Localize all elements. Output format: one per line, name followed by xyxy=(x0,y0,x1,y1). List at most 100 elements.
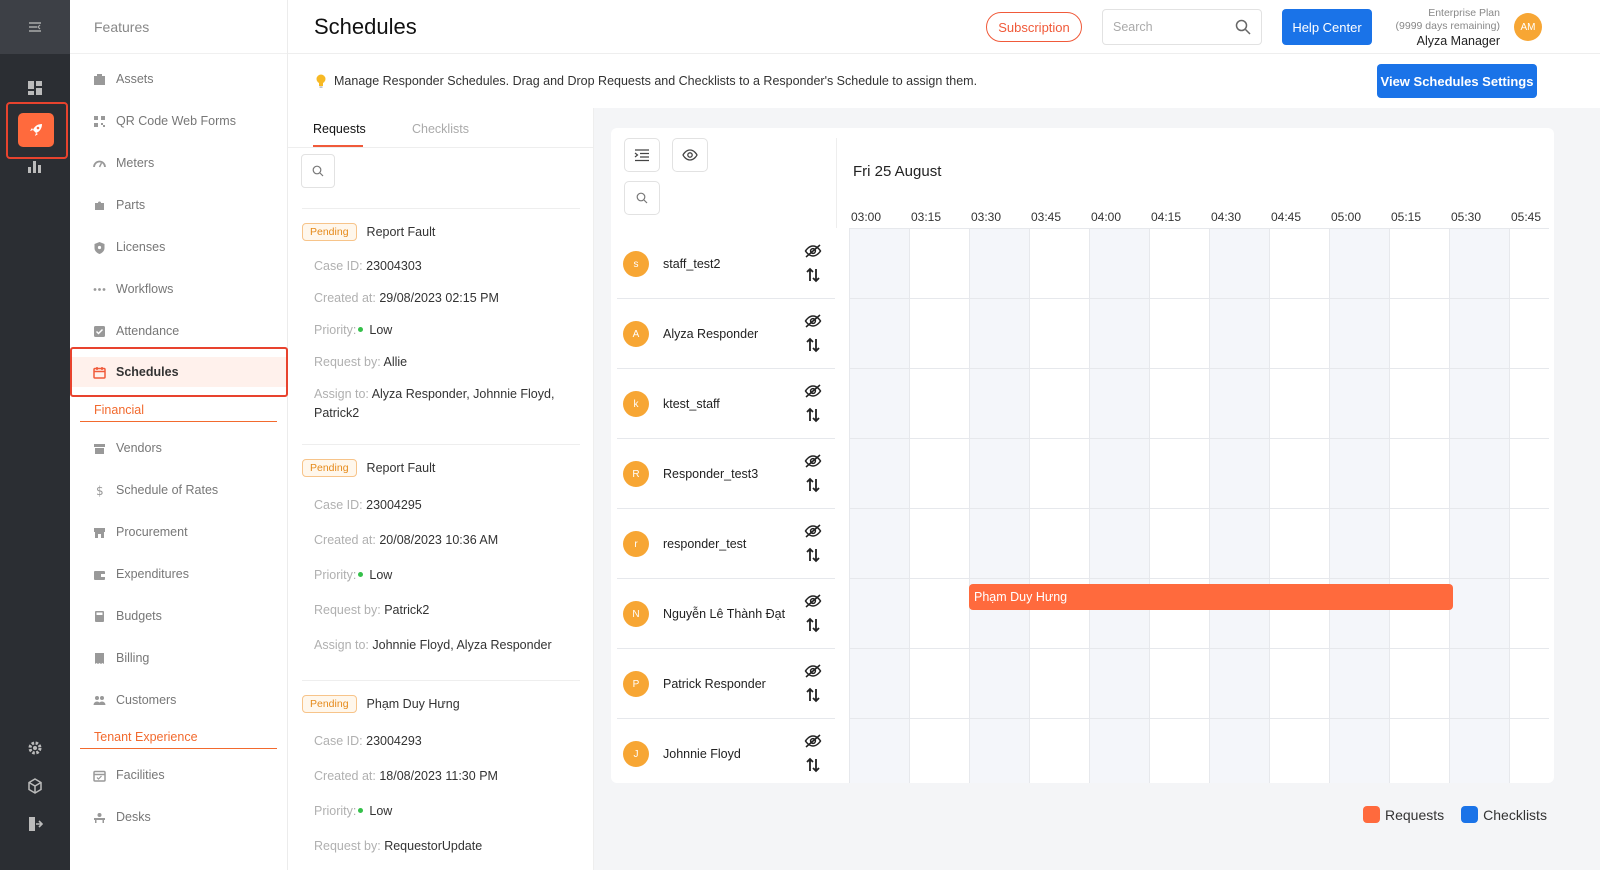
request-name: Phạm Duy Hưng xyxy=(366,697,460,711)
qr-icon xyxy=(92,114,106,128)
sidebar-item-facilities[interactable]: Facilities xyxy=(70,760,288,790)
priority-label: Priority: xyxy=(314,323,357,337)
settings-button[interactable] xyxy=(0,730,70,766)
eye-off-icon[interactable] xyxy=(804,593,822,609)
priority-row: Priority: Low xyxy=(314,566,572,585)
sidebar-item-budgets[interactable]: Budgets xyxy=(70,601,288,631)
calculator-icon xyxy=(92,609,106,623)
case-id-label: Case ID: xyxy=(314,498,363,512)
responder-row: k ktest_staff xyxy=(617,369,835,439)
request-card[interactable]: Pending Report Fault Case ID: 23004303 C… xyxy=(302,208,580,420)
case-id-label: Case ID: xyxy=(314,259,363,273)
case-id-value: 23004303 xyxy=(366,259,422,273)
case-id-row: Case ID: 23004293 xyxy=(314,732,572,751)
swap-vertical-icon[interactable] xyxy=(805,757,821,773)
timeline-grid[interactable]: 03:00 03:15 03:30 03:45 04:00 04:15 04:3… xyxy=(849,208,1549,783)
dashboard-icon xyxy=(28,81,42,95)
toggle-visibility-button[interactable] xyxy=(672,138,708,172)
features-button[interactable] xyxy=(18,113,54,147)
request-card[interactable]: Pending Phạm Duy Hưng Case ID: 23004293 … xyxy=(302,680,580,853)
request-name: Report Fault xyxy=(366,225,436,239)
sidebar-item-assets[interactable]: Assets xyxy=(70,64,288,94)
sidebar-item-workflows[interactable]: Workflows xyxy=(70,274,288,304)
view-schedules-settings-button[interactable]: View Schedules Settings xyxy=(1377,64,1537,98)
section-financial: Financial xyxy=(80,398,277,422)
search-icon[interactable] xyxy=(1235,19,1251,35)
tab-checklists[interactable]: Checklists xyxy=(412,122,469,136)
swap-vertical-icon[interactable] xyxy=(805,617,821,633)
sidebar-item-parts[interactable]: Parts xyxy=(70,190,288,220)
created-row: Created at: 18/08/2023 11:30 PM xyxy=(314,767,572,786)
responder-row: P Patrick Responder xyxy=(617,649,835,719)
request-card[interactable]: Pending Report Fault Case ID: 23004295 C… xyxy=(302,444,580,652)
sidebar-item-schedule-of-rates[interactable]: $ Schedule of Rates xyxy=(70,475,288,505)
swap-vertical-icon[interactable] xyxy=(805,267,821,283)
sidebar-item-label: Parts xyxy=(116,198,146,212)
created-value: 20/08/2023 10:36 AM xyxy=(379,533,499,547)
sidebar-item-attendance[interactable]: Attendance xyxy=(70,316,288,346)
sidebar-item-meters[interactable]: Meters xyxy=(70,148,288,178)
sidebar-item-label: Budgets xyxy=(116,609,162,623)
dashboard-button[interactable] xyxy=(0,70,70,106)
modules-button[interactable] xyxy=(0,768,70,804)
sidebar-item-qr-code-web-forms[interactable]: QR Code Web Forms xyxy=(70,106,288,136)
receipt-icon xyxy=(92,651,106,665)
request-by-value: RequestorUpdate xyxy=(384,839,483,853)
created-label: Created at: xyxy=(314,291,376,305)
sidebar-item-expenditures[interactable]: Expenditures xyxy=(70,559,288,589)
legend-label: Requests xyxy=(1385,806,1445,823)
responder-row: R Responder_test3 xyxy=(617,439,835,509)
logout-button[interactable] xyxy=(0,806,70,842)
search-input[interactable] xyxy=(1113,20,1233,34)
user-avatar[interactable]: AM xyxy=(1514,13,1542,41)
tab-requests[interactable]: Requests xyxy=(313,122,366,136)
features-sidebar: Features Assets QR Code Web Forms Meters… xyxy=(70,0,288,870)
sidebar-item-customers[interactable]: Customers xyxy=(70,685,288,715)
requests-search-button[interactable] xyxy=(301,154,335,188)
search-icon xyxy=(636,192,648,204)
collapse-list-button[interactable] xyxy=(624,138,660,172)
assign-to-row: Assign to: Alyza Responder, Johnnie Floy… xyxy=(314,385,572,423)
created-row: Created at: 29/08/2023 02:15 PM xyxy=(314,289,572,308)
swap-vertical-icon[interactable] xyxy=(805,477,821,493)
check-square-icon xyxy=(92,324,106,338)
sidebar-item-billing[interactable]: Billing xyxy=(70,643,288,673)
eye-off-icon[interactable] xyxy=(804,313,822,329)
schedule-search-button[interactable] xyxy=(624,181,660,215)
priority-label: Priority: xyxy=(314,804,357,818)
sidebar-item-desks[interactable]: Desks xyxy=(70,802,288,832)
eye-off-icon[interactable] xyxy=(804,663,822,679)
eye-off-icon[interactable] xyxy=(804,453,822,469)
case-id-value: 23004293 xyxy=(366,734,422,748)
eye-off-icon[interactable] xyxy=(804,383,822,399)
legend-label: Checklists xyxy=(1483,806,1547,823)
sidebar-item-vendors[interactable]: Vendors xyxy=(70,433,288,463)
eye-off-icon[interactable] xyxy=(804,523,822,539)
help-center-button[interactable]: Help Center xyxy=(1282,9,1372,45)
eye-off-icon[interactable] xyxy=(804,243,822,259)
legend-checklists: Checklists xyxy=(1461,806,1547,823)
subscription-button[interactable]: Subscription xyxy=(986,12,1082,42)
created-label: Created at: xyxy=(314,533,376,547)
store-icon xyxy=(92,441,106,455)
sidebar-item-label: Procurement xyxy=(116,525,188,539)
divider xyxy=(302,680,580,681)
swap-vertical-icon[interactable] xyxy=(805,687,821,703)
priority-value: Low xyxy=(369,323,393,337)
responder-name: responder_test xyxy=(663,537,747,551)
schedule-event[interactable]: Phạm Duy Hưng xyxy=(969,584,1453,610)
swap-vertical-icon[interactable] xyxy=(805,337,821,353)
eye-off-icon[interactable] xyxy=(804,733,822,749)
request-by-row: Request by: RequestorUpdate xyxy=(314,837,572,856)
tab-underline xyxy=(313,145,363,147)
priority-dot xyxy=(358,572,364,578)
swap-vertical-icon[interactable] xyxy=(805,407,821,423)
swap-vertical-icon[interactable] xyxy=(805,547,821,563)
reports-button[interactable] xyxy=(0,148,70,184)
eye-icon xyxy=(682,149,698,161)
sidebar-item-licenses[interactable]: Licenses xyxy=(70,232,288,262)
page-title: Schedules xyxy=(314,14,417,39)
menu-toggle-button[interactable] xyxy=(0,0,70,54)
time-label: 05:00 xyxy=(1331,210,1362,224)
sidebar-item-procurement[interactable]: Procurement xyxy=(70,517,288,547)
